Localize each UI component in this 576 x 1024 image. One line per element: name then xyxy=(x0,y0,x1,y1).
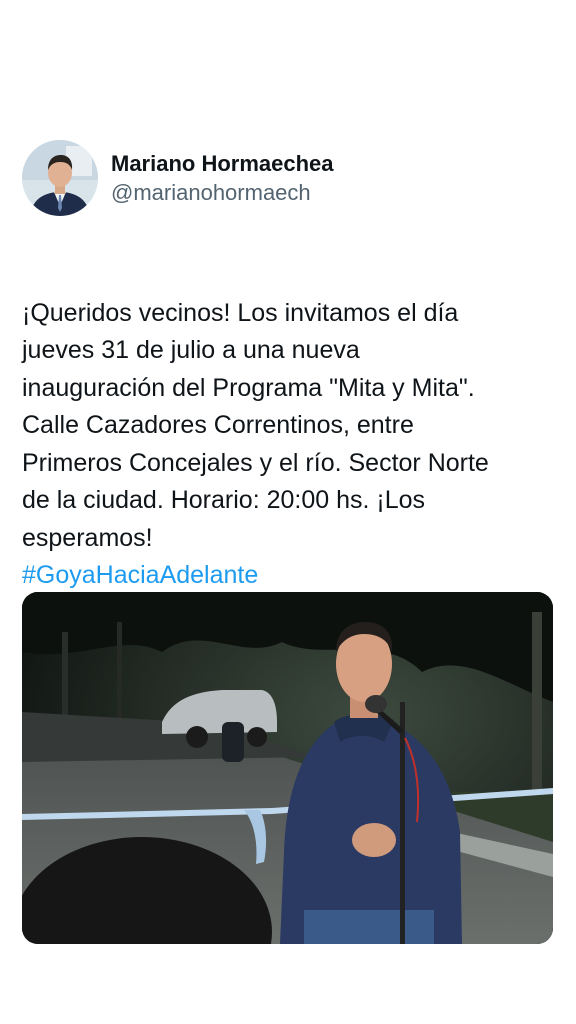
avatar[interactable] xyxy=(22,140,98,216)
tweet-body: ¡Queridos vecinos! Los invitamos el día … xyxy=(22,257,558,632)
tweet-text: ¡Queridos vecinos! Los invitamos el día … xyxy=(22,298,489,552)
tweet-header: Mariano Hormaechea @marianohormaech xyxy=(22,140,334,216)
author-display-name[interactable]: Mariano Hormaechea xyxy=(111,149,334,179)
photo-icon xyxy=(22,592,553,944)
hashtag-link[interactable]: #GoyaHaciaAdelante xyxy=(22,557,558,595)
tweet-photo[interactable] xyxy=(22,592,553,944)
author-names: Mariano Hormaechea @marianohormaech xyxy=(111,149,334,207)
author-handle[interactable]: @marianohormaech xyxy=(111,179,334,207)
avatar-image xyxy=(22,140,98,216)
tweet: Mariano Hormaechea @marianohormaech ¡Que… xyxy=(0,0,576,1024)
